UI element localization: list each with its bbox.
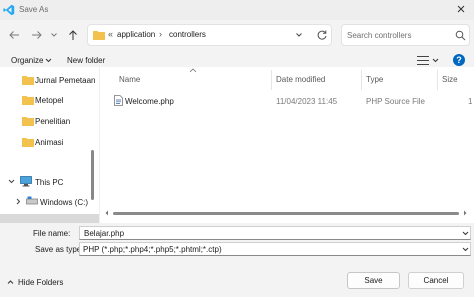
up-icon[interactable] (66, 28, 80, 42)
save-as-type-value: PHP (*.php;*.php4;*.php5;*.phtml;*.ctp) (83, 245, 222, 254)
view-chevron-icon[interactable] (432, 57, 439, 64)
column-header-name[interactable]: Name (119, 75, 140, 84)
address-bar[interactable]: « application › controllers (87, 24, 332, 46)
breadcrumb-controllers[interactable]: controllers (169, 30, 206, 39)
folder-icon (22, 96, 34, 105)
sort-ascending-icon (189, 68, 197, 73)
back-icon[interactable] (7, 28, 21, 42)
forward-icon[interactable] (30, 28, 44, 42)
nav-item-partial[interactable] (0, 214, 99, 223)
save-as-type-select[interactable]: PHP (*.php;*.php4;*.php5;*.phtml;*.ctp) (79, 242, 471, 256)
folder-icon (22, 76, 34, 85)
search-icon[interactable] (455, 30, 466, 41)
file-type: PHP Source File (366, 97, 425, 106)
nav-scrollbar[interactable] (91, 150, 94, 200)
file-size: 1 (468, 97, 473, 106)
help-icon[interactable]: ? (452, 53, 466, 67)
search-input[interactable]: Search controllers (347, 31, 411, 40)
file-name[interactable]: Welcome.php (125, 97, 174, 106)
search-box[interactable]: Search controllers (341, 24, 470, 46)
breadcrumb-application[interactable]: application (117, 30, 155, 39)
pane-divider[interactable] (99, 67, 100, 223)
column-separator[interactable] (361, 70, 362, 90)
folder-icon (93, 31, 105, 40)
expand-chevron-icon[interactable] (8, 178, 15, 185)
overflow-chevron-icon[interactable]: « (108, 29, 113, 39)
column-header-type[interactable]: Type (366, 75, 383, 84)
organize-chevron-icon[interactable] (45, 57, 52, 64)
column-separator[interactable] (271, 70, 272, 90)
save-button[interactable]: Save (347, 272, 400, 289)
close-icon[interactable] (455, 3, 467, 15)
recent-locations-chevron-icon[interactable] (47, 28, 61, 42)
horizontal-scrollbar[interactable] (113, 212, 459, 215)
refresh-icon[interactable] (316, 29, 328, 41)
breadcrumb-separator-icon[interactable]: › (159, 29, 162, 39)
scroll-right-icon[interactable] (462, 210, 468, 216)
expand-chevron-right-icon[interactable] (15, 198, 22, 205)
column-separator[interactable] (437, 70, 438, 90)
cancel-button[interactable]: Cancel (408, 272, 464, 289)
nav-item-windows-c[interactable]: Windows (C:) (40, 198, 88, 207)
save-as-type-dropdown-icon[interactable] (462, 246, 469, 253)
file-name-field[interactable] (79, 226, 471, 240)
hide-folders-chevron-icon[interactable] (7, 279, 14, 286)
computer-icon (20, 176, 32, 187)
hide-folders-button[interactable]: Hide Folders (18, 278, 63, 287)
scroll-left-icon[interactable] (104, 210, 110, 216)
column-header-size[interactable]: Size (442, 75, 458, 84)
folder-icon (22, 117, 34, 126)
nav-item-animasi[interactable]: Animasi (35, 138, 63, 147)
organize-button[interactable]: Organize (11, 56, 43, 65)
nav-item-penelitian[interactable]: Penelitian (35, 117, 70, 126)
nav-item-jurnal-pemetaan[interactable]: Jurnal Pemetaan (35, 76, 95, 85)
file-name-label: File name: (33, 229, 71, 238)
drive-icon (26, 196, 38, 205)
new-folder-button[interactable]: New folder (67, 56, 105, 65)
nav-item-this-pc[interactable]: This PC (35, 178, 63, 187)
vscode-icon (3, 4, 15, 16)
php-file-icon (114, 95, 123, 106)
address-dropdown-icon[interactable] (294, 30, 304, 40)
file-date-modified: 11/04/2023 11:45 (276, 97, 338, 106)
view-options-icon[interactable] (417, 55, 429, 66)
title-bar (0, 0, 474, 20)
file-name-dropdown-icon[interactable] (462, 230, 469, 237)
column-header-date-modified[interactable]: Date modified (276, 75, 325, 84)
folder-icon (22, 138, 34, 147)
nav-item-metopel[interactable]: Metopel (35, 96, 63, 105)
window-title: Save As (19, 5, 49, 14)
save-as-type-label: Save as type: (35, 245, 84, 254)
svg-text:?: ? (456, 55, 462, 65)
